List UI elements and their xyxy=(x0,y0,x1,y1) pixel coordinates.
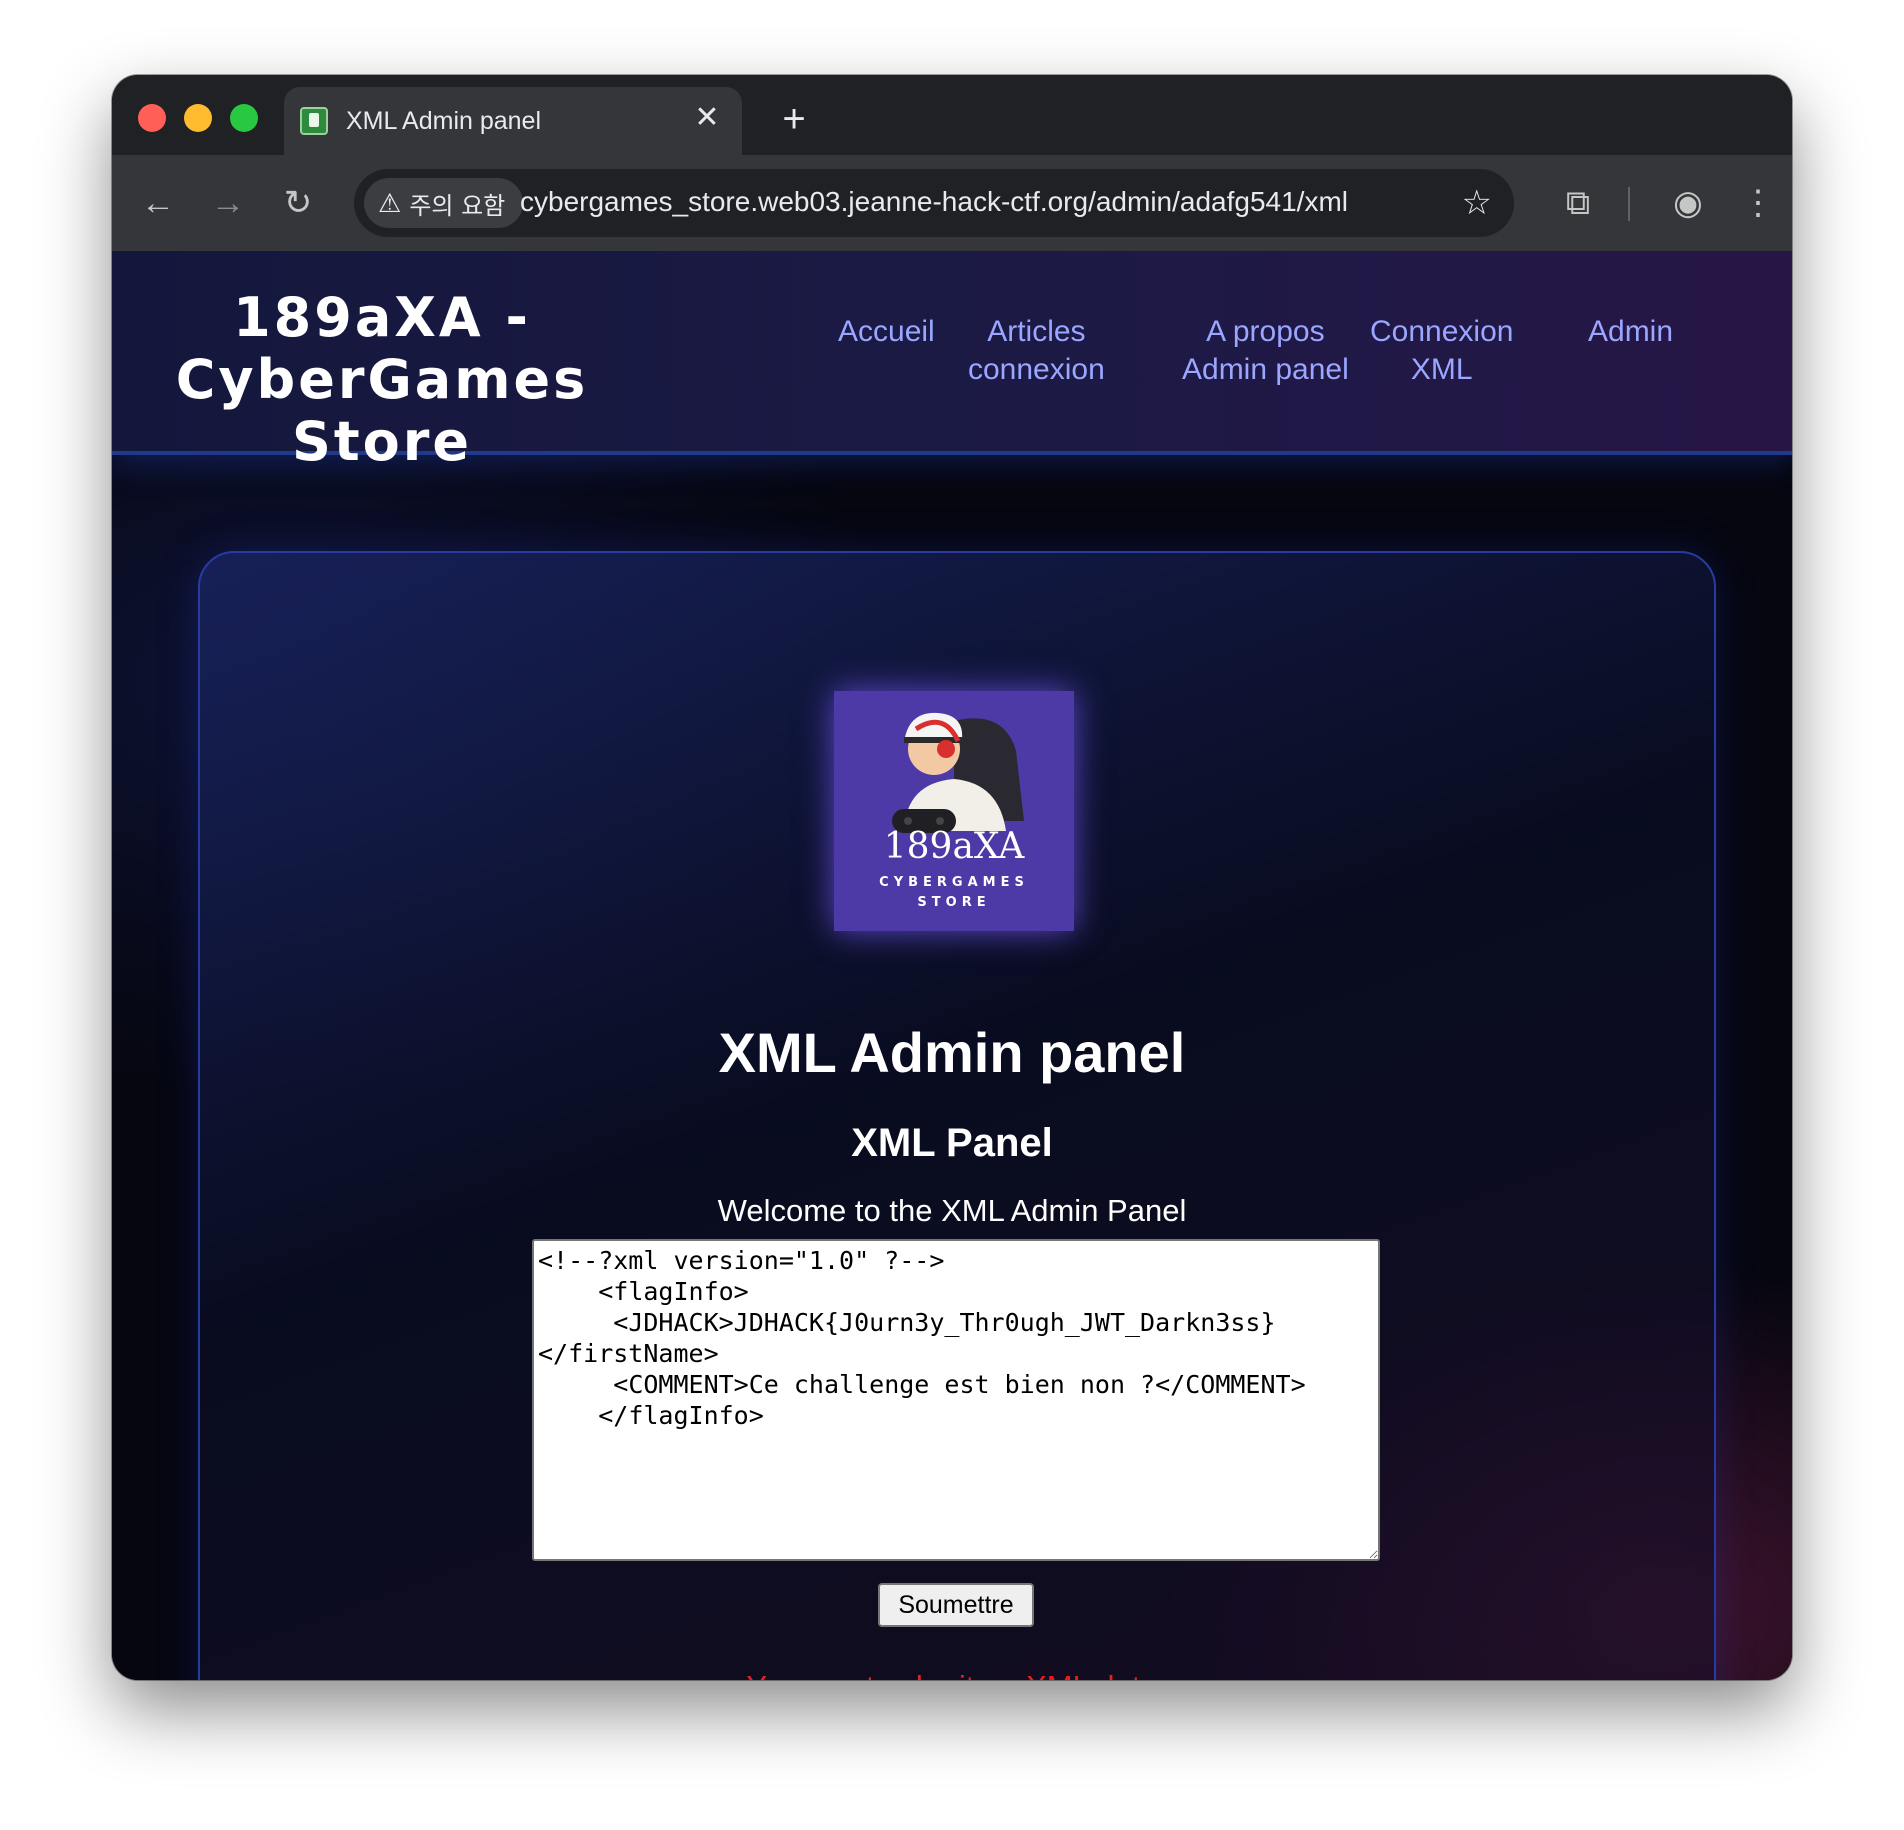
tab-xml-admin-panel[interactable]: XML Admin panel ✕ xyxy=(284,87,742,155)
maximize-window-button[interactable] xyxy=(230,104,258,132)
tab-title: XML Admin panel xyxy=(346,107,542,135)
nav-link-accueil[interactable]: Accueil xyxy=(838,313,935,351)
site-brand[interactable]: 189aXA - CyberGames Store xyxy=(152,287,612,473)
nav-link-label: Articles xyxy=(987,315,1086,348)
nav-link-admin[interactable]: Admin xyxy=(1588,313,1673,351)
nav-link-label: Admin xyxy=(1588,315,1674,348)
nav-link-label: Admin panel xyxy=(1182,353,1349,386)
security-label: 주의 요함 xyxy=(409,191,506,220)
page-title: XML Admin panel xyxy=(718,1021,1186,1084)
security-indicator[interactable]: ⚠ 주의 요함 xyxy=(364,178,524,228)
reload-icon[interactable]: ↻ xyxy=(274,179,322,227)
nav-link-label: A propos xyxy=(1206,315,1325,348)
logo-subtitle: CYBERGAMES STORE xyxy=(834,873,1074,913)
site-header: 189aXA - CyberGames Store Accueil Articl… xyxy=(112,251,1792,473)
menu-kebab-icon[interactable]: ⋮ xyxy=(1732,177,1784,229)
back-arrow-icon[interactable]: ← xyxy=(134,179,182,227)
brand-line-1: 189aXA - xyxy=(233,286,531,349)
nav-link-label: connexion xyxy=(968,353,1105,386)
site-favicon-icon xyxy=(300,107,328,135)
close-tab-icon[interactable]: ✕ xyxy=(690,101,724,135)
profile-icon[interactable]: ◉ xyxy=(1662,177,1714,229)
nav-link-articles-connexion[interactable]: Articles connexion xyxy=(968,313,1105,389)
url-text[interactable]: cybergames_store.web03.jeanne-hack-ctf.o… xyxy=(520,186,1420,218)
logo-subtitle-line: CYBERGAMES xyxy=(879,875,1029,890)
toolbar-divider xyxy=(1628,187,1630,221)
warning-icon: ⚠ xyxy=(378,188,402,218)
brand-line-2: CyberGames Store xyxy=(175,348,589,473)
address-bar[interactable]: ⚠ 주의 요함 cybergames_store.web03.jeanne-ha… xyxy=(354,169,1514,237)
minimize-window-button[interactable] xyxy=(184,104,212,132)
page-viewport: 189aXA - CyberGames Store Accueil Articl… xyxy=(112,251,1792,1680)
nav-link-label: XML xyxy=(1410,353,1473,386)
new-tab-button[interactable]: + xyxy=(772,97,816,141)
logo-subtitle-line: STORE xyxy=(917,895,991,910)
nav-link-label: Accueil xyxy=(838,315,935,348)
welcome-text: Welcome to the XML Admin Panel xyxy=(717,1193,1187,1228)
close-window-button[interactable] xyxy=(138,104,166,132)
nav-link-connexion-xml[interactable]: Connexion XML xyxy=(1370,313,1513,389)
tab-strip: XML Admin panel ✕ + xyxy=(112,75,1792,155)
nav-link-apropos-admin-panel[interactable]: A propos Admin panel xyxy=(1182,313,1349,389)
panel-subtitle: XML Panel xyxy=(851,1121,1053,1165)
browser-window: XML Admin panel ✕ + ← → ↻ ⚠ 주의 요함 cyberg… xyxy=(112,75,1792,1680)
store-logo: 189aXA CYBERGAMES STORE xyxy=(834,691,1074,931)
error-message: You must submit an XML data xyxy=(112,1667,1792,1680)
logo-name: 189aXA xyxy=(883,826,1025,867)
nav-link-label: Connexion xyxy=(1370,315,1514,348)
xml-data-textarea[interactable]: <!--?xml version="1.0" ?--> <flagInfo> <… xyxy=(532,1239,1380,1561)
browser-toolbar: ← → ↻ ⚠ 주의 요함 cybergames_store.web03.jea… xyxy=(112,155,1792,251)
submit-button[interactable]: Soumettre xyxy=(878,1583,1034,1627)
bookmark-star-icon[interactable]: ☆ xyxy=(1462,181,1492,225)
tab-search-icon[interactable]: ⧉ xyxy=(1552,177,1604,229)
forward-arrow-icon[interactable]: → xyxy=(204,179,252,227)
